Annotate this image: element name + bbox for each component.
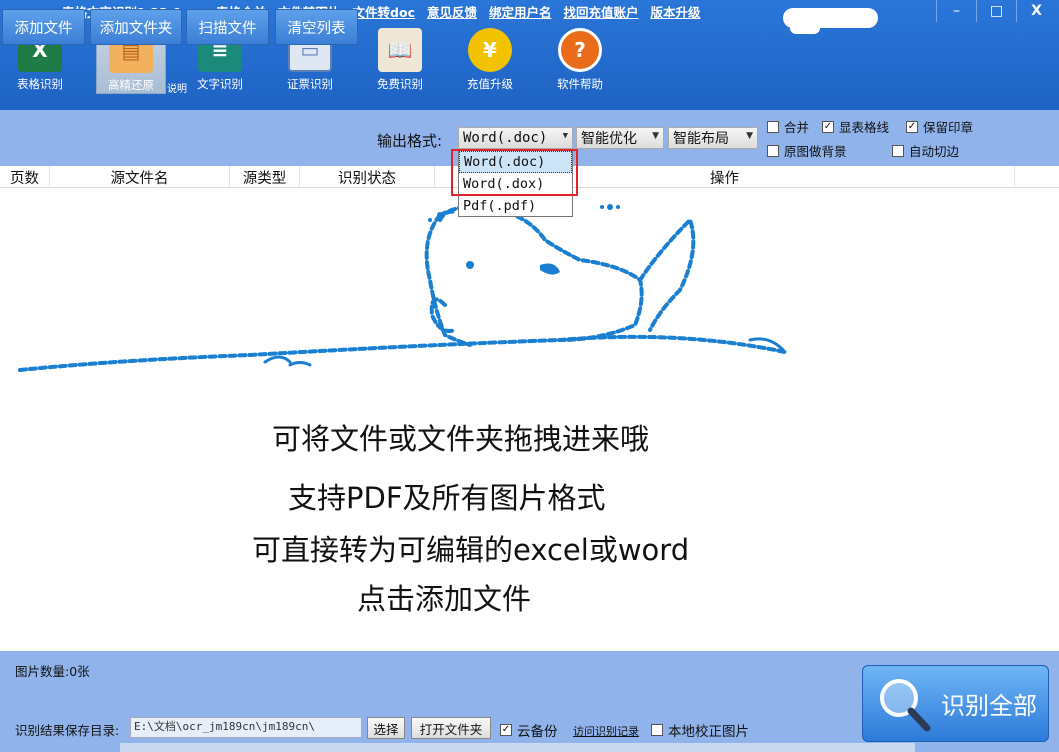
output-format-dropdown: Word(.doc) Word(.dox) Pdf(.pdf) <box>458 150 573 217</box>
explain-link[interactable]: 说明 <box>167 80 187 95</box>
magnifier-icon <box>880 678 931 731</box>
image-count: 图片数量:0张 <box>15 664 90 679</box>
visit-records-link[interactable]: 访问识别记录 <box>573 723 639 739</box>
close-button[interactable]: X <box>1016 0 1056 22</box>
column-header-source-type[interactable]: 源类型 <box>230 166 300 188</box>
option-word-dox[interactable]: Word(.dox) <box>459 173 572 195</box>
merge-checkbox[interactable]: 合并 <box>767 117 809 136</box>
chevron-down-icon: ▼ <box>746 131 753 141</box>
horizontal-scrollbar[interactable] <box>120 743 915 752</box>
reading-book-icon: 📖 <box>378 28 422 72</box>
toolbar-recharge-upgrade[interactable]: ¥ 充值升级 <box>455 22 525 94</box>
save-dir-label: 识别结果保存目录: <box>15 723 120 738</box>
output-format-select[interactable]: Word(.doc) ▼ <box>458 127 573 149</box>
nav-link-file-to-doc[interactable]: 文件转doc <box>353 2 415 21</box>
option-pdf[interactable]: Pdf(.pdf) <box>459 195 572 217</box>
cloud-backup-checkbox[interactable]: ✓ 云备份 <box>500 720 558 740</box>
checkmark-icon: ✓ <box>822 120 834 133</box>
keep-seal-checkbox[interactable]: ✓ 保留印章 <box>906 117 973 136</box>
chevron-down-icon: ▼ <box>652 131 659 141</box>
original-background-checkbox[interactable]: 原图做背景 <box>767 141 847 160</box>
add-folder-button[interactable]: 添加文件夹 <box>90 9 182 45</box>
add-file-button[interactable]: 添加文件 <box>2 9 85 45</box>
checkmark-icon: ✓ <box>500 724 512 736</box>
recognize-all-button[interactable]: 识别全部 <box>862 665 1049 742</box>
auto-cut-checkbox[interactable]: 自动切边 <box>892 141 959 160</box>
open-folder-button[interactable]: 打开文件夹 <box>411 717 491 739</box>
nav-link-bind-username[interactable]: 绑定用户名 <box>489 2 552 21</box>
output-format-label: 输出格式: <box>377 132 443 150</box>
checkbox-box <box>892 144 904 157</box>
chevron-down-icon: ▼ <box>562 131 568 141</box>
drop-hint-drag-files: 可将文件或文件夹拖拽进来哦 <box>272 422 650 456</box>
redacted-username-tail <box>790 22 820 34</box>
local-correct-checkbox[interactable]: 本地校正图片 <box>651 720 749 740</box>
nav-link-recover-account[interactable]: 找回充值账户 <box>564 2 639 21</box>
mascot-illustration <box>18 204 787 372</box>
show-grid-checkbox[interactable]: ✓ 显表格线 <box>822 117 889 136</box>
checkbox-box <box>651 724 663 736</box>
column-header-source-filename[interactable]: 源文件名 <box>50 166 230 188</box>
nav-link-feedback[interactable]: 意见反馈 <box>427 2 477 21</box>
save-dir-input[interactable]: E:\文档\ocr_jm189cn\jm189cn\ <box>130 717 362 738</box>
yen-coin-icon: ¥ <box>468 28 512 72</box>
drop-hint-supported-formats: 支持PDF及所有图片格式 <box>288 481 606 515</box>
checkbox-box <box>767 120 779 133</box>
smart-optimize-select[interactable]: 智能优化 ▼ <box>576 127 664 149</box>
clear-list-button[interactable]: 清空列表 <box>275 9 358 45</box>
help-icon: ? <box>558 28 602 72</box>
option-word-doc[interactable]: Word(.doc) <box>459 151 572 173</box>
nav-link-upgrade[interactable]: 版本升级 <box>651 2 701 21</box>
minimize-button[interactable]: – <box>936 0 976 22</box>
scan-file-button[interactable]: 扫描文件 <box>186 9 269 45</box>
smart-layout-select[interactable]: 智能布局 ▼ <box>668 127 758 149</box>
toolbar-software-help[interactable]: ? 软件帮助 <box>545 22 615 94</box>
column-header-recognition-status[interactable]: 识别状态 <box>300 166 435 188</box>
toolbar-free-recognition[interactable]: 📖 免费识别 <box>365 22 435 94</box>
drop-hint-convert: 可直接转为可编辑的excel或word <box>252 533 690 567</box>
choose-dir-button[interactable]: 选择 <box>367 717 405 739</box>
restore-button[interactable]: □ <box>976 0 1016 22</box>
checkbox-box <box>767 144 779 157</box>
column-header-pages[interactable]: 页数 <box>0 166 50 188</box>
drop-hint-click-add[interactable]: 点击添加文件 <box>357 576 531 618</box>
checkmark-icon: ✓ <box>906 120 918 133</box>
